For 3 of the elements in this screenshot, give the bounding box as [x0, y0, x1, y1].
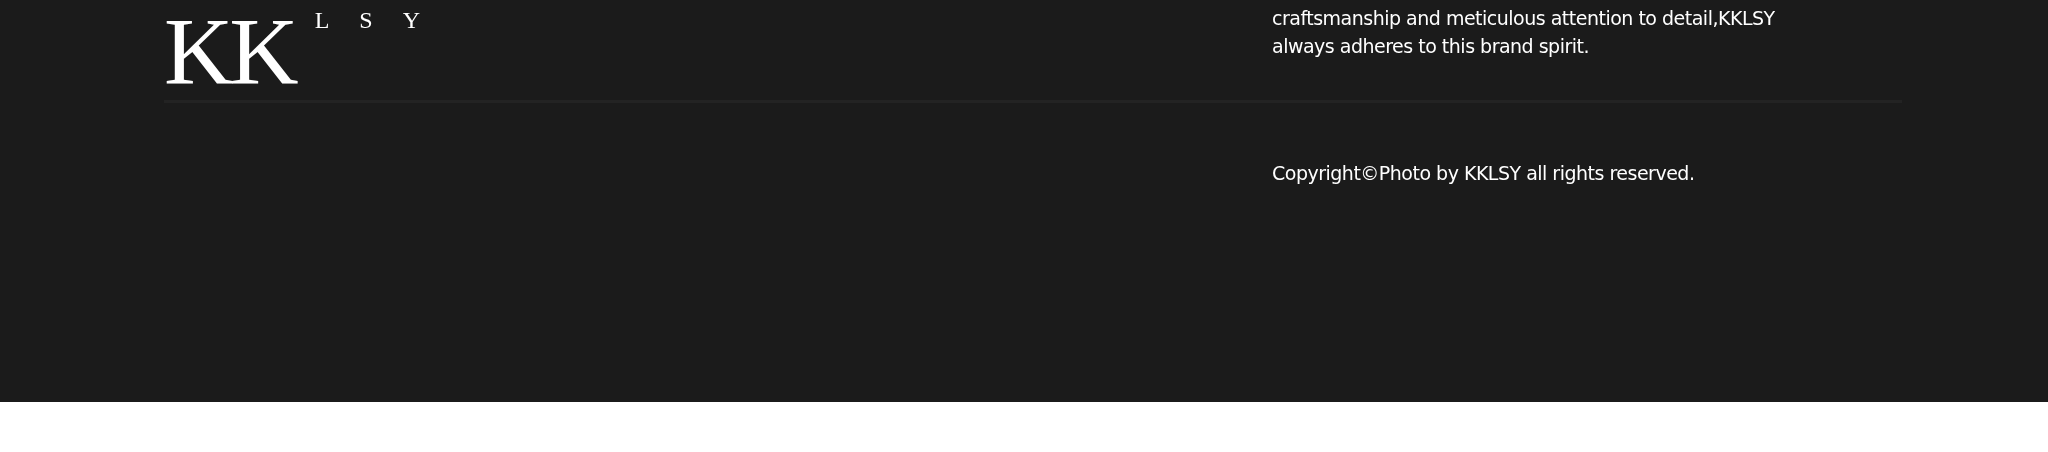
- brand-description: craftsmanship and meticulous attention to detail,KKLSY always adheres to this brand spirit.: [1272, 6, 1776, 59]
- brand-logo: KK LSY: [164, 4, 450, 100]
- copyright-text: Copyright©Photo by KKLSY all rights reserved.: [1272, 161, 1696, 186]
